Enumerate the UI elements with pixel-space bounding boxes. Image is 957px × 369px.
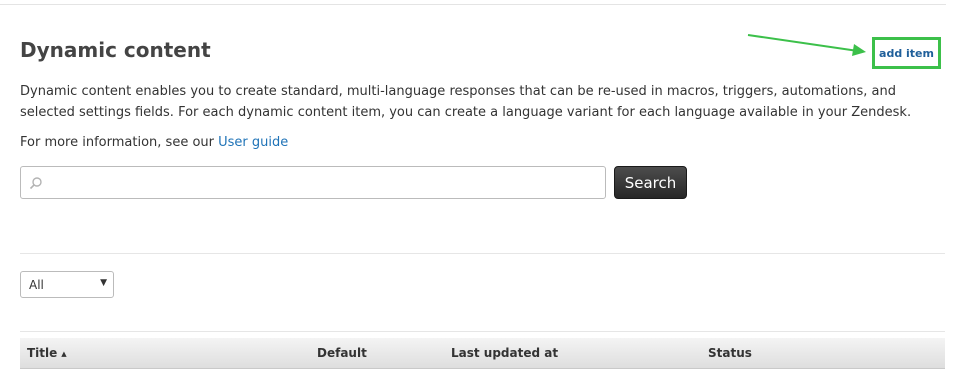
add-item-link[interactable]: add item <box>879 47 934 60</box>
page-title: Dynamic content <box>20 38 211 62</box>
section-divider <box>20 253 945 254</box>
user-guide-link[interactable]: User guide <box>218 135 288 150</box>
search-button[interactable]: Search <box>614 166 687 199</box>
sort-ascending-icon: ▲ <box>61 349 67 358</box>
column-header-title[interactable]: Title ▲ <box>27 346 67 360</box>
column-header-last-updated[interactable]: Last updated at <box>451 346 558 360</box>
filter-select[interactable]: All ▼ <box>20 271 114 298</box>
search-input[interactable] <box>51 171 599 194</box>
more-info-text: For more information, see our User guide <box>20 133 288 153</box>
column-header-title-label: Title <box>27 346 58 360</box>
add-item-highlight: add item <box>872 37 941 69</box>
column-header-default[interactable]: Default <box>317 346 367 360</box>
annotation-arrow <box>747 34 866 56</box>
search-icon <box>29 177 42 190</box>
search-field[interactable] <box>20 166 606 199</box>
more-info-prefix: For more information, see our <box>20 135 219 150</box>
caret-down-icon: ▼ <box>100 278 107 288</box>
top-divider <box>0 4 946 5</box>
filter-select-value: All <box>29 278 44 292</box>
table-top-divider <box>20 331 945 332</box>
page-description: Dynamic content enables you to create st… <box>20 84 912 120</box>
column-header-status[interactable]: Status <box>708 346 752 360</box>
table-header: Title ▲ Default Last updated at Status <box>20 338 945 369</box>
